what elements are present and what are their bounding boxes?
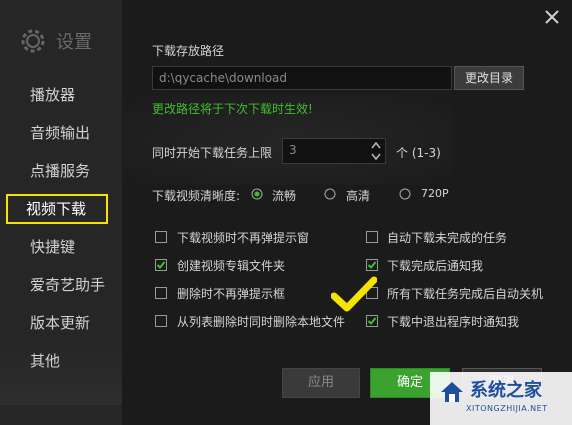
delete-local-file-checkbox[interactable] [155,315,167,327]
concurrent-tasks-stepper[interactable]: 3 [282,138,386,164]
no-popup-on-delete-label: 删除时不再弹提示框 [177,287,286,301]
sidebar-item-other[interactable]: 其他 [30,350,60,372]
watermark-text: 系统之家 [470,380,542,401]
shutdown-after-all-label: 所有下载任务完成后自动关机 [387,287,544,301]
yellow-checkmark-icon [331,276,377,312]
delete-local-file-label: 从列表删除时同时删除本地文件 [177,315,346,329]
download-path-label: 下载存放路径 [152,44,225,58]
gear-icon [21,29,45,53]
no-popup-on-delete-checkbox[interactable] [155,287,167,299]
settings-content [122,0,572,425]
sidebar-item-audio-output[interactable]: 音频输出 [30,122,90,144]
sidebar-item-vod-service[interactable]: 点播服务 [30,160,90,182]
quality-hd-radio[interactable] [324,188,336,200]
house-icon [441,382,463,402]
create-album-folder-label: 创建视频专辑文件夹 [177,259,286,273]
sidebar-item-video-download[interactable]: 视频下载 [6,194,108,224]
change-directory-button[interactable]: 更改目录 [454,66,524,90]
path-change-hint: 更改路径将于下次下载时生效! [152,102,313,116]
settings-header: 设置 [18,26,108,56]
quality-label: 下载视频清晰度: [152,189,241,203]
sidebar-item-iqiyi-assistant[interactable]: 爱奇艺助手 [30,274,105,296]
close-icon[interactable] [545,10,559,24]
sidebar-background-decoration [0,345,122,405]
settings-title: 设置 [56,32,92,53]
watermark-subtext: XITONGZHIJIA.NET [466,404,548,413]
sidebar-item-shortcuts[interactable]: 快捷键 [30,236,75,258]
download-path-input[interactable]: d:\qycache\download [152,66,452,90]
concurrent-tasks-value: 3 [289,143,297,157]
quality-720p-radio[interactable] [399,188,411,200]
no-popup-on-download-checkbox[interactable] [155,231,167,243]
create-album-folder-checkbox[interactable] [155,259,167,271]
concurrent-tasks-unit: 个 (1-3) [396,146,441,160]
sidebar-item-player[interactable]: 播放器 [30,84,75,106]
notify-on-exit-checkbox[interactable] [366,315,378,327]
quality-smooth-radio[interactable] [251,188,263,200]
auto-download-unfinished-label: 自动下载未完成的任务 [387,231,508,245]
no-popup-on-download-label: 下载视频时不再弹提示窗 [177,231,310,245]
apply-button[interactable]: 应用 [282,368,360,398]
auto-download-unfinished-checkbox[interactable] [366,231,378,243]
quality-720p-label: 720P [421,187,449,200]
notify-on-complete-label: 下载完成后通知我 [387,259,484,273]
sidebar-item-version-update[interactable]: 版本更新 [30,312,90,334]
quality-smooth-label: 流畅 [272,189,297,203]
concurrent-tasks-label: 同时开始下载任务上限 [152,146,273,160]
quality-hd-label: 高清 [346,189,371,203]
sidebar: 设置 播放器 音频输出 点播服务 视频下载 快捷键 爱奇艺助手 版本更新 其他 [0,0,122,425]
notify-on-exit-label: 下载中退出程序时通知我 [387,315,520,329]
chevron-up-icon[interactable] [369,140,383,151]
chevron-down-icon[interactable] [369,151,383,162]
notify-on-complete-checkbox[interactable] [366,259,378,271]
